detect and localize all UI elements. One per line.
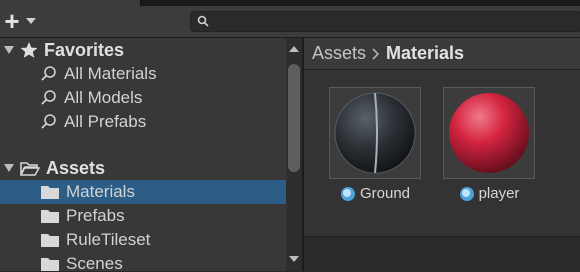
expand-arrow-icon: [4, 164, 14, 172]
material-thumbnail: [443, 87, 535, 179]
tree-item-scenes[interactable]: Scenes: [0, 252, 286, 271]
search-field[interactable]: [190, 11, 580, 32]
assets-section[interactable]: Assets: [0, 156, 286, 180]
search-icon: [197, 15, 209, 27]
assets-label: Assets: [46, 157, 106, 178]
favorite-item-label: All Materials: [64, 64, 157, 83]
star-icon: [20, 42, 38, 58]
folder-icon: [41, 186, 59, 199]
material-icon: [459, 186, 474, 201]
tree-item-prefabs[interactable]: Prefabs: [0, 204, 286, 228]
favorite-item-all-prefabs[interactable]: All Prefabs: [0, 110, 286, 134]
asset-tile-player[interactable]: player: [443, 87, 535, 202]
material-sphere-icon: [449, 93, 529, 173]
search-icon: [41, 114, 56, 129]
material-icon: [340, 186, 355, 201]
folder-icon: [41, 210, 59, 223]
favorites-label: Favorites: [44, 39, 125, 60]
breadcrumb-current[interactable]: Materials: [386, 43, 464, 64]
create-button[interactable]: +: [2, 8, 40, 34]
tree-item-label: Materials: [66, 182, 135, 201]
material-sphere-icon: [334, 92, 416, 174]
scroll-up-arrow-icon[interactable]: [289, 46, 299, 52]
favorite-item-all-materials[interactable]: All Materials: [0, 62, 286, 86]
favorite-item-all-models[interactable]: All Models: [0, 86, 286, 110]
favorites-section[interactable]: Favorites: [0, 38, 286, 62]
asset-label: player: [443, 185, 535, 202]
search-icon: [41, 90, 56, 105]
expand-arrow-icon: [4, 46, 14, 54]
tree-item-label: Prefabs: [66, 206, 125, 225]
open-folder-icon: [20, 162, 40, 176]
favorite-item-label: All Prefabs: [64, 112, 147, 131]
folder-icon: [41, 234, 59, 247]
asset-name: Ground: [359, 185, 411, 202]
tree-item-ruletileset[interactable]: RuleTileset: [0, 228, 286, 252]
project-toolbar: +: [0, 6, 580, 38]
asset-name: player: [478, 185, 520, 202]
project-tree: Favorites All Materials All Models All P…: [0, 38, 286, 271]
asset-label: Ground: [329, 185, 421, 202]
tree-item-materials[interactable]: Materials: [0, 180, 286, 204]
material-thumbnail: [329, 87, 421, 179]
tree-scrollbar[interactable]: [286, 38, 302, 271]
search-icon: [41, 66, 56, 81]
breadcrumb: Assets Materials: [304, 38, 580, 70]
asset-browser-footer: [304, 236, 580, 272]
plus-icon: +: [4, 6, 20, 36]
asset-tile-ground[interactable]: Ground: [329, 87, 421, 202]
folder-icon: [41, 258, 59, 271]
chevron-right-icon: [372, 47, 380, 60]
asset-browser: Assets Materials Ground player: [304, 38, 580, 272]
tree-item-label: Scenes: [66, 254, 123, 271]
breadcrumb-assets[interactable]: Assets: [312, 43, 366, 64]
scrollbar-thumb[interactable]: [288, 64, 300, 172]
search-input[interactable]: [211, 13, 575, 32]
favorite-item-label: All Models: [64, 88, 143, 107]
tree-item-label: RuleTileset: [66, 230, 151, 249]
scroll-down-arrow-icon[interactable]: [289, 256, 299, 262]
caret-down-icon: [26, 18, 36, 24]
